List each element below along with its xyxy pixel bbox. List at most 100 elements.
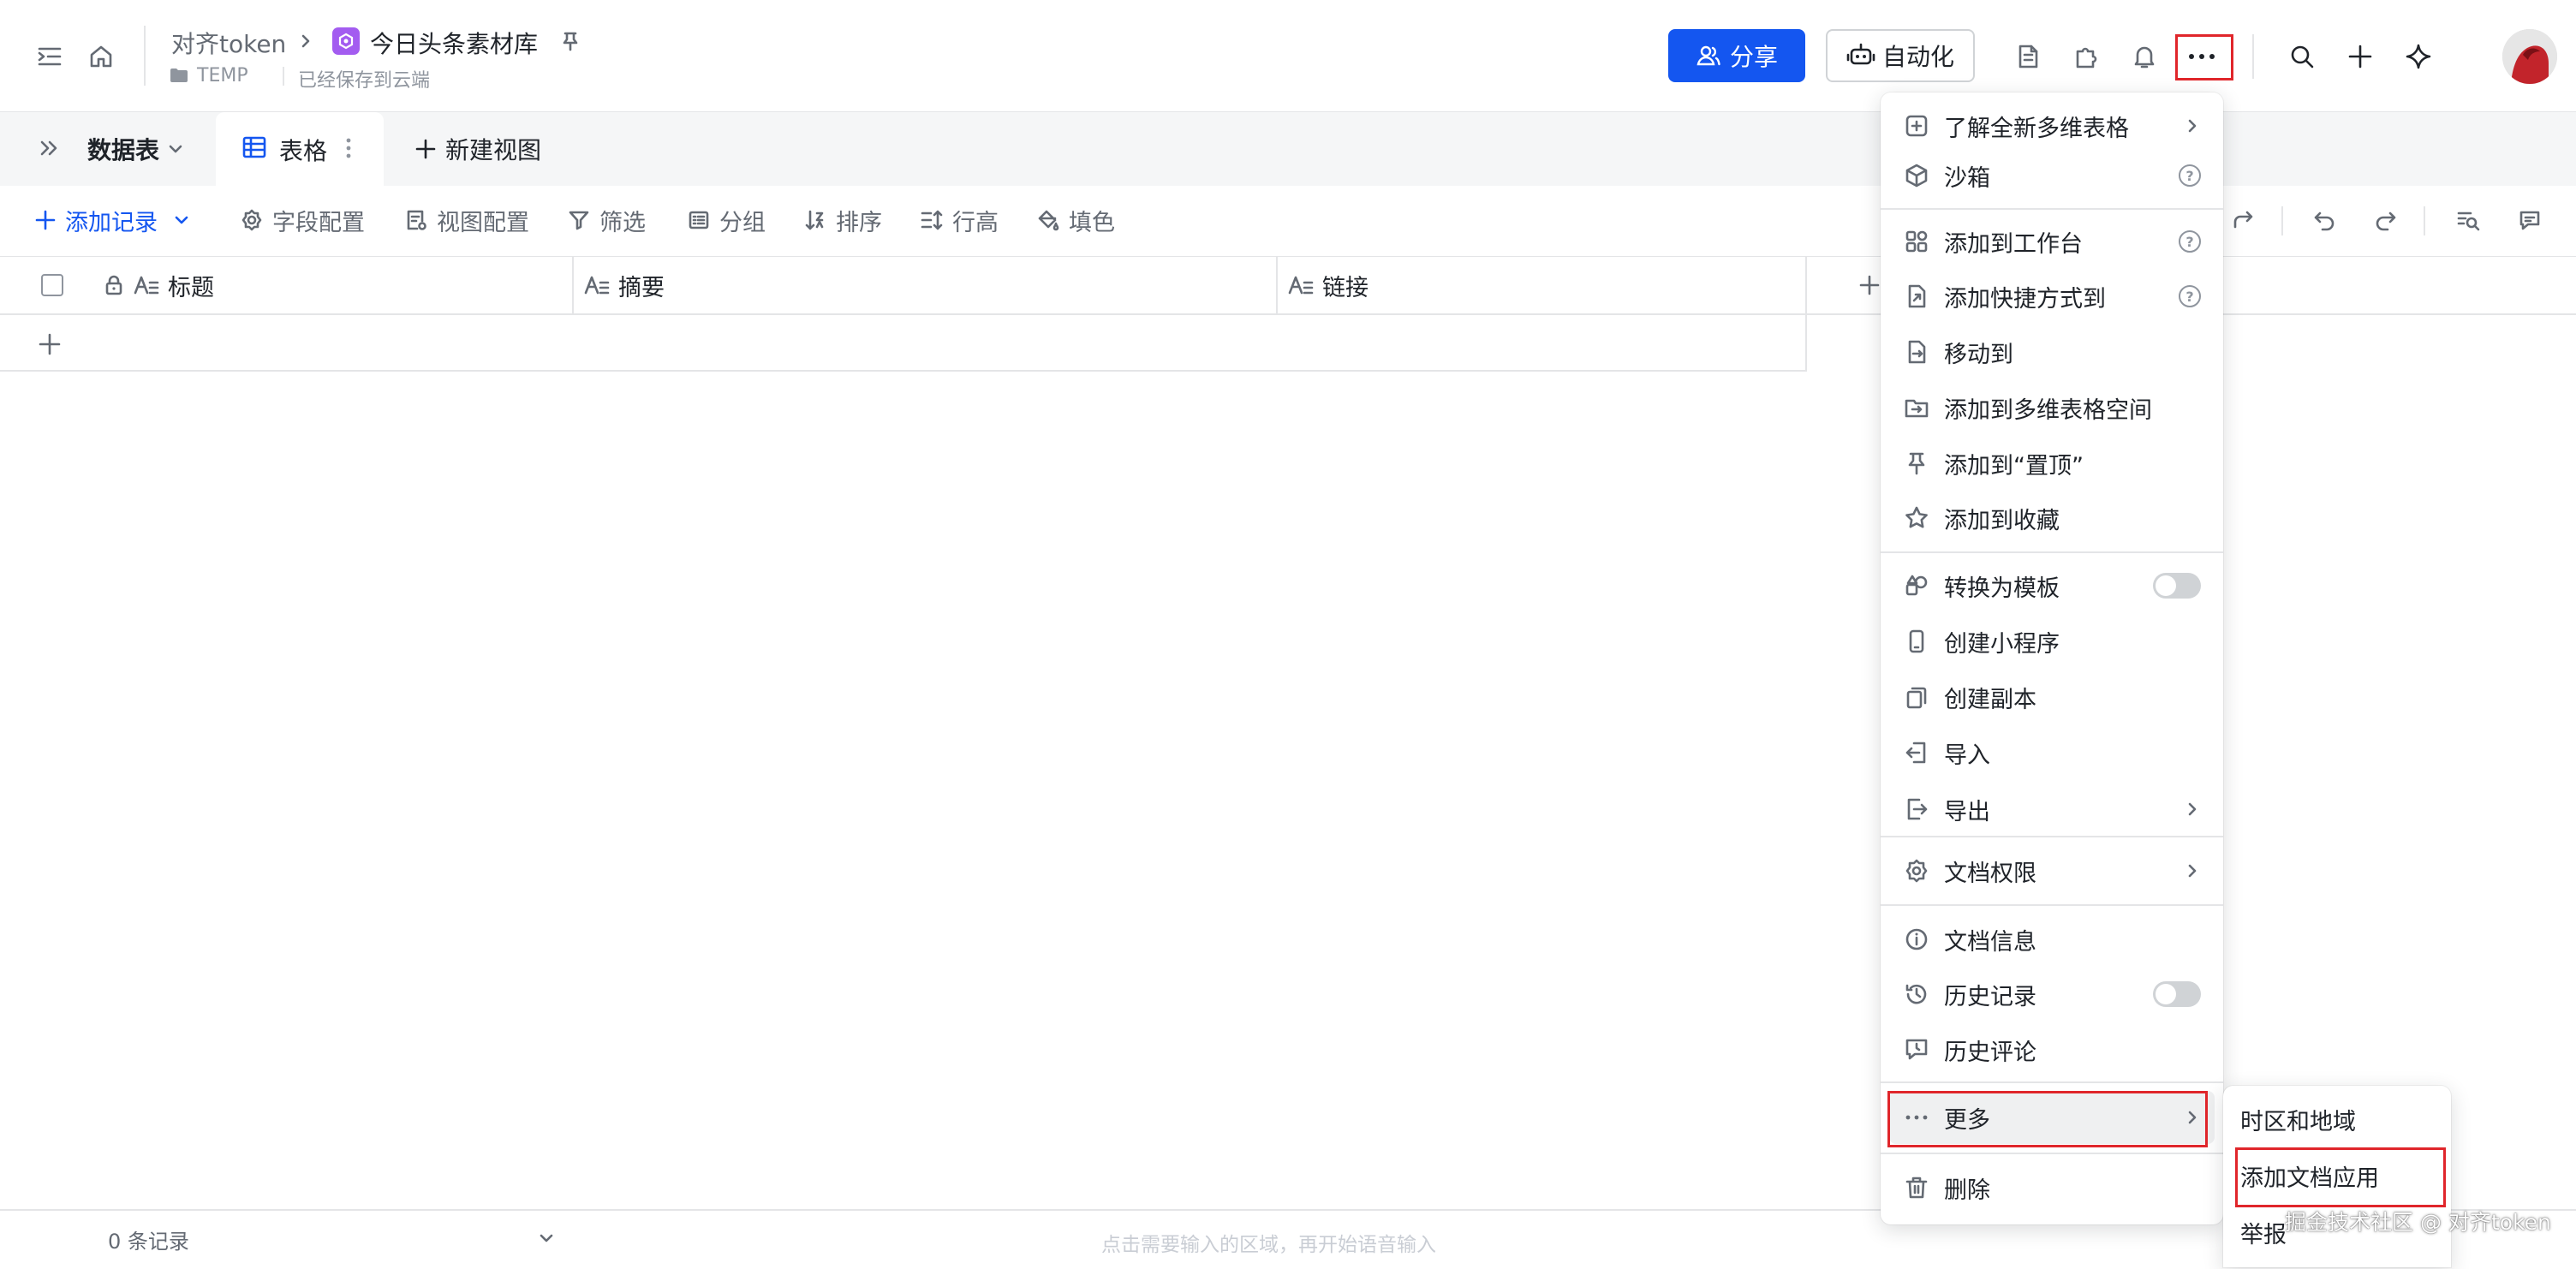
avatar[interactable] <box>2502 29 2557 84</box>
bitable-app-icon <box>332 27 360 55</box>
save-status: 已经保存到云端 <box>298 70 431 92</box>
select-all-checkbox[interactable] <box>41 274 63 296</box>
column-header-summary[interactable]: 摘要 <box>572 257 1276 313</box>
expand-sidebar-icon[interactable] <box>33 131 67 165</box>
sidebar-toggle-icon[interactable] <box>33 39 67 74</box>
comment-icon[interactable] <box>2513 203 2547 237</box>
menu-label: 创建小程序 <box>1944 630 2060 658</box>
help-icon[interactable]: ? <box>2179 230 2201 253</box>
menu-item-history[interactable]: 历史记录 <box>1889 968 2215 1021</box>
header-divider <box>144 26 146 86</box>
pin-icon[interactable] <box>557 27 584 55</box>
menu-item-add-shortcut[interactable]: 添加快捷方式到 ? <box>1889 270 2215 323</box>
automation-button[interactable]: 自动化 <box>1826 29 1975 82</box>
info-icon <box>1905 928 1928 950</box>
add-column-button[interactable] <box>1805 257 1882 313</box>
record-count: 0 条记录 <box>108 1230 189 1254</box>
menu-item-sandbox[interactable]: 沙箱 ? <box>1889 149 2215 202</box>
more-icon <box>1905 1115 1928 1120</box>
fill-color-label: 填色 <box>1069 209 1115 236</box>
menu-item-learn-bitable[interactable]: 了解全新多维表格 <box>1889 99 2215 152</box>
column-header-title[interactable]: 标题 <box>103 257 572 313</box>
shortcut-icon <box>1908 284 1926 308</box>
submenu-item-add-doc-app[interactable]: 添加文档应用 <box>2232 1149 2442 1202</box>
column-header-link[interactable]: 链接 <box>1276 257 1805 313</box>
menu-item-move-to[interactable]: 移动到 <box>1889 325 2215 378</box>
chevron-down-icon[interactable] <box>171 210 192 230</box>
menu-label: 添加到“置顶” <box>1944 452 2084 480</box>
share-label: 分享 <box>1729 43 1778 71</box>
header-divider-right <box>2252 34 2254 79</box>
menu-item-doc-info[interactable]: 文档信息 <box>1889 913 2215 966</box>
filter-button[interactable]: 筛选 <box>567 201 646 239</box>
plus-icon <box>35 210 56 230</box>
datatable-switcher[interactable]: 数据表 <box>87 131 185 167</box>
help-icon[interactable]: ? <box>2179 164 2201 187</box>
cube-icon <box>1905 164 1928 188</box>
more-options-menu: 了解全新多维表格 沙箱 ? 添加到工作台 ? 添加快捷方式到 ? 移动到 添加到… <box>1881 92 2223 1224</box>
submenu-label: 举报 <box>2240 1221 2287 1248</box>
plus-icon[interactable] <box>2343 39 2377 74</box>
menu-item-add-favorite[interactable]: 添加到收藏 <box>1889 492 2215 545</box>
undo-icon[interactable] <box>2307 203 2341 237</box>
view-config-button[interactable]: 视图配置 <box>404 201 529 239</box>
miniapp-icon <box>1909 629 1924 653</box>
menu-separator <box>1881 208 2223 210</box>
row-height-label: 行高 <box>952 209 999 236</box>
users-icon <box>1696 45 1720 66</box>
sort-button[interactable]: 排序 <box>803 201 882 239</box>
row-height-button[interactable]: 行高 <box>920 201 999 239</box>
chevron-right-icon <box>2188 119 2197 133</box>
menu-item-add-to-workspace[interactable]: 添加到工作台 ? <box>1889 215 2215 268</box>
chevron-right-icon <box>2188 802 2197 816</box>
sort-label: 排序 <box>836 209 882 236</box>
menu-item-add-to-bitable-space[interactable]: 添加到多维表格空间 <box>1889 381 2215 434</box>
menu-label: 移动到 <box>1944 341 2013 368</box>
add-record-button[interactable]: 添加记录 <box>34 201 192 239</box>
submenu-item-timezone[interactable]: 时区和地域 <box>2232 1093 2442 1146</box>
redo-icon[interactable] <box>2369 203 2403 237</box>
menu-item-create-miniapp[interactable]: 创建小程序 <box>1889 615 2215 668</box>
doc-outline-icon[interactable] <box>2011 39 2045 74</box>
menu-item-convert-template[interactable]: 转换为模板 <box>1889 559 2215 612</box>
breadcrumb-parent[interactable]: 对齐token <box>171 26 286 60</box>
menu-separator <box>1881 551 2223 553</box>
doc-title[interactable]: 今日头条素材库 <box>370 26 538 60</box>
text-field-icon <box>1288 276 1314 295</box>
menu-item-doc-permission[interactable]: 文档权限 <box>1889 844 2215 897</box>
menu-item-more[interactable]: 更多 <box>1889 1091 2215 1144</box>
search-records-icon[interactable] <box>2451 203 2485 237</box>
new-view-button[interactable]: 新建视图 <box>414 131 541 167</box>
menu-item-import[interactable]: 导入 <box>1889 726 2215 779</box>
menu-item-comment-history[interactable]: 历史评论 <box>1889 1023 2215 1076</box>
menu-item-export[interactable]: 导出 <box>1889 783 2215 836</box>
more-options-icon[interactable] <box>2175 34 2228 79</box>
bell-icon[interactable] <box>2127 39 2162 74</box>
menu-separator <box>1881 836 2223 837</box>
tab-grid-view[interactable]: 表格 <box>216 112 384 186</box>
share-button[interactable]: 分享 <box>1668 29 1805 82</box>
ai-sparkle-icon[interactable] <box>2401 39 2436 74</box>
template-icon <box>1905 575 1928 596</box>
folder-name[interactable]: TEMP <box>197 65 248 86</box>
plus-icon <box>1859 275 1880 295</box>
menu-item-delete[interactable]: 删除 <box>1889 1161 2215 1214</box>
text-field-icon <box>584 276 610 295</box>
export-icon <box>1907 798 1928 820</box>
add-row-button[interactable] <box>0 315 1807 372</box>
kebab-icon[interactable] <box>344 136 353 160</box>
menu-item-create-copy[interactable]: 创建副本 <box>1889 670 2215 724</box>
share-view-icon[interactable] <box>2227 203 2261 237</box>
group-button[interactable]: 分组 <box>687 201 766 239</box>
search-icon[interactable] <box>2285 39 2319 74</box>
home-icon[interactable] <box>84 39 118 74</box>
plugin-icon[interactable] <box>2069 39 2103 74</box>
sub-divider <box>283 67 284 86</box>
fill-color-button[interactable]: 填色 <box>1036 201 1115 239</box>
chevron-down-icon[interactable] <box>536 1228 557 1248</box>
menu-item-pin-to-top[interactable]: 添加到“置顶” <box>1889 437 2215 490</box>
template-toggle[interactable] <box>2153 573 2201 599</box>
help-icon[interactable]: ? <box>2179 285 2201 307</box>
history-toggle[interactable] <box>2153 981 2201 1007</box>
field-config-button[interactable]: 字段配置 <box>240 201 365 239</box>
